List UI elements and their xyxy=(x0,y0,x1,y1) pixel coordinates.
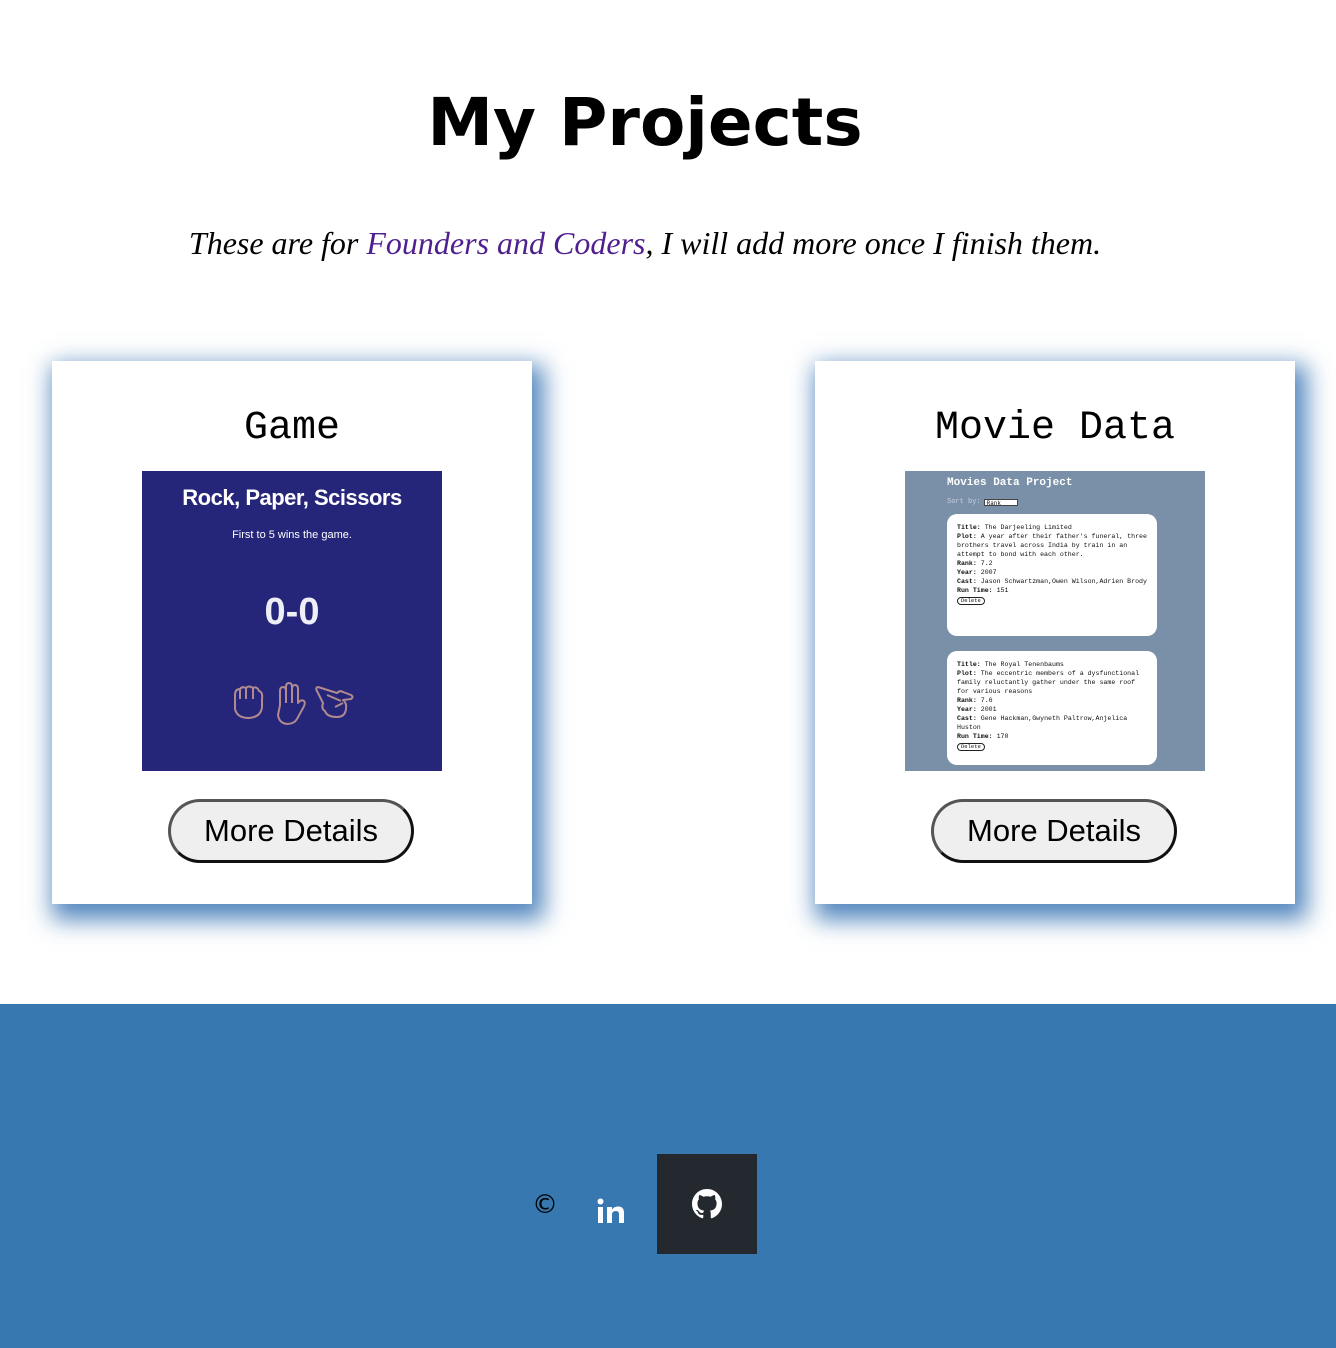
field-label: Title: xyxy=(957,524,981,531)
intro-text-start: These are for xyxy=(188,225,367,261)
field-label: Year: xyxy=(957,569,977,576)
linkedin-icon[interactable] xyxy=(592,1192,630,1230)
movie-cast: Gene Hackman,Gwyneth Paltrow,Anjelica Hu… xyxy=(957,715,1128,731)
game-subheading: First to 5 wins the game. xyxy=(232,529,352,541)
rock-hand-icon xyxy=(234,685,264,719)
sort-control: Sort by: Rank xyxy=(947,498,1018,507)
movie-year: 2001 xyxy=(980,706,997,713)
movie-plot: A year after their father's funeral, thr… xyxy=(957,533,1147,558)
movie-data-screenshot: Movies Data Project Sort by: Rank Title:… xyxy=(905,471,1205,771)
paper-hand-icon xyxy=(277,682,306,725)
field-label: Run Time: xyxy=(957,733,993,740)
github-icon xyxy=(692,1189,722,1219)
intro-text-end: , I will add more once I finish them. xyxy=(645,225,1102,261)
movie-title: The Royal Tenenbaums xyxy=(984,661,1064,668)
sort-label: Sort by: xyxy=(947,498,981,506)
field-label: Title: xyxy=(957,661,981,668)
game-heading: Rock, Paper, Scissors xyxy=(182,485,402,510)
movie-title: The Darjeeling Limited xyxy=(984,524,1072,531)
field-label: Cast: xyxy=(957,715,977,722)
field-label: Year: xyxy=(957,706,977,713)
delete-button: Delete xyxy=(957,597,985,605)
field-label: Plot: xyxy=(957,533,977,540)
movie-entry: Title: The Darjeeling Limited Plot: A ye… xyxy=(947,514,1157,636)
more-details-button[interactable]: More Details xyxy=(931,799,1177,863)
field-label: Plot: xyxy=(957,670,977,677)
project-title: Movie Data xyxy=(934,406,1176,451)
game-screenshot: Rock, Paper, Scissors First to 5 wins th… xyxy=(142,471,442,771)
project-title: Game xyxy=(243,406,340,451)
movie-runtime: 151 xyxy=(996,587,1009,594)
movie-rank: 7.6 xyxy=(980,697,993,704)
intro-text: These are for Founders and Coders, I wil… xyxy=(0,222,1290,264)
field-label: Rank: xyxy=(957,560,977,567)
project-card-movie-data: Movie Data Movies Data Project Sort by: … xyxy=(815,361,1295,904)
movie-rank: 7.2 xyxy=(980,560,993,567)
linkedin-icon-glyph xyxy=(597,1198,624,1223)
field-label: Rank: xyxy=(957,697,977,704)
copyright-symbol: © xyxy=(532,1190,558,1220)
github-link[interactable] xyxy=(657,1154,757,1254)
movie-year: 2007 xyxy=(980,569,997,576)
movie-plot: The eccentric members of a dysfunctional… xyxy=(957,670,1140,695)
field-label: Run Time: xyxy=(957,587,993,594)
founders-and-coders-link[interactable]: Founders and Coders xyxy=(366,225,645,261)
delete-button: Delete xyxy=(957,743,985,751)
game-score: 0-0 xyxy=(264,591,320,633)
footer: © xyxy=(0,1004,1336,1348)
movie-runtime: 170 xyxy=(996,733,1009,740)
movie-heading: Movies Data Project xyxy=(947,477,1073,489)
movie-cast: Jason Schwartzman,Owen Wilson,Adrien Bro… xyxy=(980,578,1147,585)
scissors-hand-icon xyxy=(315,686,354,718)
project-card-game: Game Rock, Paper, Scissors First to 5 wi… xyxy=(52,361,532,904)
more-details-button[interactable]: More Details xyxy=(168,799,414,863)
movie-entry: Title: The Royal Tenenbaums Plot: The ec… xyxy=(947,651,1157,765)
field-label: Cast: xyxy=(957,578,977,585)
game-hands xyxy=(142,681,442,727)
sort-select: Rank xyxy=(983,498,1018,507)
page-title: My Projects xyxy=(427,84,863,161)
